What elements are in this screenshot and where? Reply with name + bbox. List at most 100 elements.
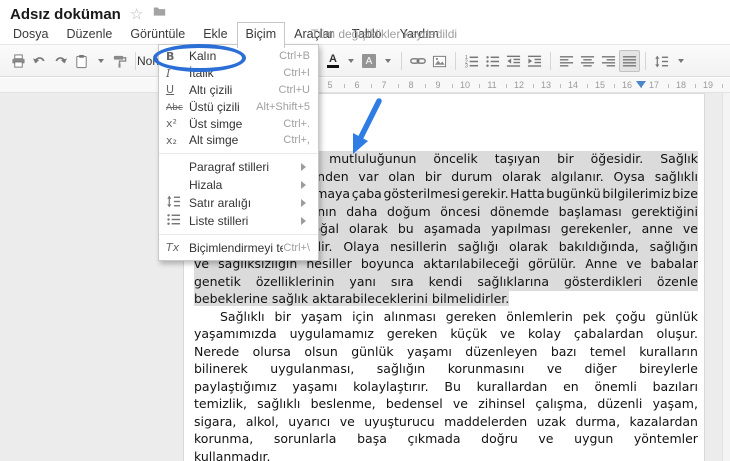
align-right-icon[interactable] — [598, 50, 619, 72]
print-icon[interactable] — [8, 50, 29, 72]
star-icon[interactable]: ☆ — [130, 7, 143, 22]
subscript-icon: x₂ — [166, 133, 177, 147]
submenu-arrow-icon — [301, 198, 310, 207]
format-menu: B Kalın Ctrl+B I İtalik Ctrl+I U Altı çizili Ctr… — [158, 44, 319, 261]
ruler-tick — [370, 84, 372, 88]
toolbar-separator — [401, 52, 402, 70]
align-center-icon[interactable] — [577, 50, 598, 72]
ruler-tick — [505, 84, 507, 88]
menu-item-alt-simge[interactable]: x₂ Alt simge Ctrl+, — [159, 132, 318, 149]
menu-item-alti-cizili[interactable]: U Altı çizili Ctrl+U — [159, 82, 318, 99]
toolbar-separator — [645, 52, 646, 70]
ruler-number: 12 — [513, 80, 525, 90]
ruler-number: 5 — [327, 80, 333, 90]
align-left-icon[interactable] — [556, 50, 577, 72]
ruler-tick — [694, 84, 696, 88]
document-title[interactable]: Adsız doküman — [10, 6, 121, 23]
ruler-tick — [424, 84, 426, 88]
dropdown-caret-icon — [347, 59, 354, 66]
toolbar-separator — [550, 52, 551, 70]
submenu-arrow-icon — [301, 162, 310, 171]
text-line: sigara, alkol, uyarıcı ve uyuşturucu maddeler… — [194, 413, 698, 429]
numbered-list-icon[interactable]: 123 — [461, 50, 482, 72]
toolbar-left-group — [8, 45, 141, 77]
ruler-tick — [343, 84, 345, 88]
caret-icon[interactable] — [342, 50, 359, 72]
menu-item-liste-stilleri[interactable]: Liste stilleri — [159, 212, 318, 230]
menu-shortcut: Ctrl+\ — [283, 241, 310, 254]
line-spacing-icon[interactable] — [651, 50, 672, 72]
caret-icon[interactable] — [379, 50, 396, 72]
menu-item-label: Liste stilleri — [189, 213, 249, 228]
menu-shortcut: Alt+Shift+5 — [256, 100, 310, 113]
menu-item-bicimlendirmeyi-temizle[interactable]: Tx Biçimlendirmeyi temizleCtrl+\ — [159, 239, 318, 257]
circle-annotation — [153, 44, 246, 72]
svg-text:3: 3 — [465, 63, 468, 68]
ruler-tick — [586, 84, 588, 88]
ruler-number: 17 — [648, 80, 660, 90]
caret-icon[interactable] — [92, 50, 109, 72]
menu-shortcut: Ctrl+. — [283, 117, 310, 130]
menu-item-satir-araligi[interactable]: Satır aralığı — [159, 194, 318, 212]
text-line: yaşamımızda uygulamamız gereken küçük ve kola… — [194, 326, 698, 341]
submenu-arrow-icon — [301, 180, 310, 189]
menu-item-hizala[interactable]: Hizala — [159, 176, 318, 194]
menu-item-paragraf-stilleri[interactable]: Paragraf stilleri — [159, 158, 318, 176]
menu-item-label: Paragraf stilleri — [189, 159, 270, 174]
menu-item-label: Altı çizili — [189, 82, 233, 97]
menu-item-label: Satır aralığı — [189, 195, 252, 210]
redo-icon[interactable] — [50, 50, 71, 72]
menu-item-label: Hizala — [189, 177, 223, 192]
ruler-number: 10 — [459, 80, 471, 90]
text-color-icon: A — [327, 54, 339, 68]
link-icon[interactable] — [407, 50, 429, 72]
indent-marker[interactable] — [635, 81, 646, 93]
menu-item-label: Biçimlendirmeyi temizle — [189, 240, 284, 255]
ruler-tick — [721, 84, 723, 88]
indent-icon[interactable] — [524, 50, 545, 72]
ruler-tick — [397, 84, 399, 88]
paint-format-icon[interactable] — [109, 50, 130, 72]
image-icon[interactable] — [429, 50, 450, 72]
ruler-tick — [559, 84, 561, 88]
text-line: korunma, sorunlarla başa çıkmada doğru ve uygu… — [194, 431, 698, 446]
menu-item-label: Üst simge — [189, 116, 243, 131]
superscript-icon: x² — [166, 117, 177, 131]
dropdown-caret-icon — [384, 59, 391, 66]
ruler-number: 15 — [594, 80, 606, 90]
ruler[interactable]: 45678910111213141516171819 — [0, 78, 730, 93]
caret-icon[interactable] — [672, 50, 689, 72]
google-docs-window: Adsız doküman ☆ Dosya Düzenle Görüntüle Ekl… — [0, 0, 730, 461]
bulleted-list-icon[interactable] — [482, 50, 503, 72]
menu-separator — [159, 152, 318, 154]
save-status: Tüm değişiklikler kaydedildi — [311, 27, 458, 41]
ruler-number: 8 — [408, 80, 414, 90]
text-line: temizlik, sağlıklı beslenme, bedensel ve zihi… — [194, 396, 698, 411]
ruler-number: 14 — [567, 80, 579, 90]
highlight-color-icon: A — [362, 54, 376, 68]
ruler-tick — [451, 84, 453, 88]
outdent-icon[interactable] — [503, 50, 524, 72]
menu-bicim[interactable]: Biçim — [236, 22, 286, 48]
folder-icon[interactable] — [152, 5, 167, 23]
text-color-icon[interactable]: A — [324, 50, 342, 72]
underline-icon: U — [166, 83, 175, 97]
toolbar-right-group: A A 123 — [324, 45, 689, 77]
vertical-scrollbar[interactable] — [722, 93, 730, 461]
menu-item-label: Alt simge — [189, 133, 239, 148]
ruler-number: 18 — [675, 80, 687, 90]
text-line: Nerede olursa olsun günlük yaşamı düzenleyen b… — [194, 343, 698, 359]
submenu-arrow-icon — [301, 216, 310, 225]
ruler-tick — [667, 84, 669, 88]
menu-item-label: Üstü çizili — [189, 99, 240, 114]
menu-item-ustu-cizili[interactable]: Abc Üstü çizili Alt+Shift+5 — [159, 98, 318, 115]
paste-icon[interactable] — [71, 50, 92, 72]
menu-item-ust-simge[interactable]: x² Üst simge Ctrl+. — [159, 115, 318, 132]
ruler-number: 16 — [621, 80, 633, 90]
ruler-number: 11 — [487, 80, 497, 90]
clear-formatting-icon: Tx — [166, 241, 180, 255]
menu-shortcut: Ctrl+I — [283, 67, 310, 80]
align-justify-icon[interactable] — [619, 50, 640, 72]
undo-icon[interactable] — [29, 50, 50, 72]
highlight-color-icon[interactable]: A — [359, 50, 379, 72]
